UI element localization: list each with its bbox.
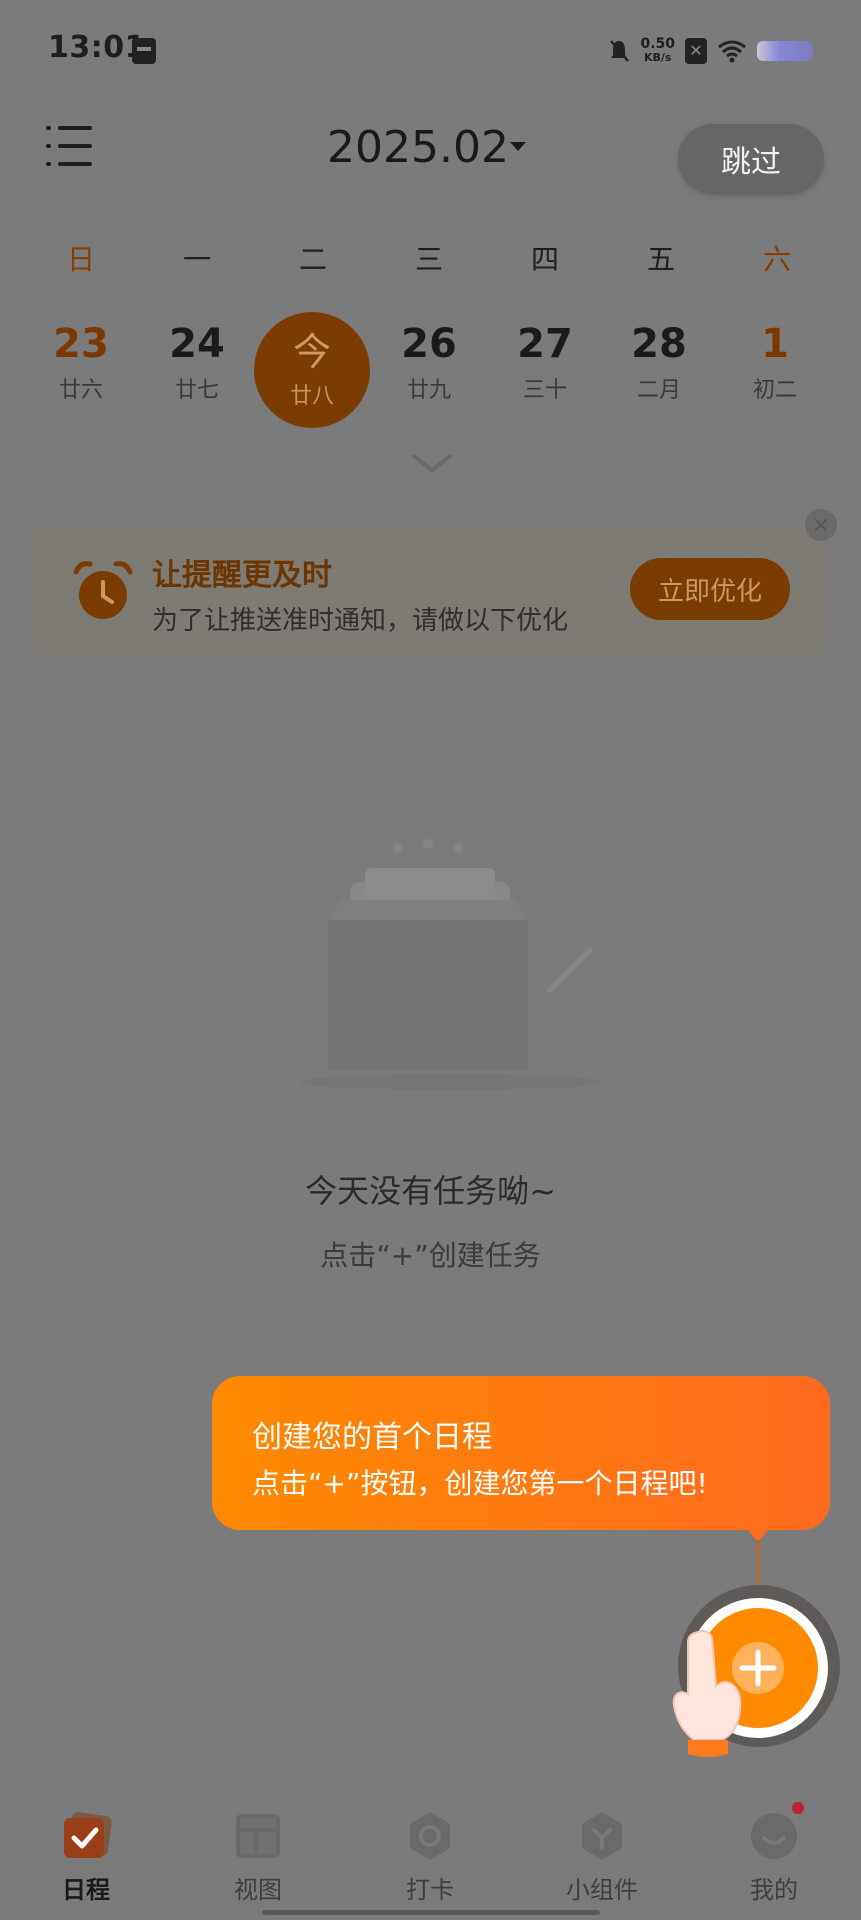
nav-label: 日程 (62, 1876, 110, 1904)
day-number: 28 (631, 321, 687, 367)
lunar-date: 廿六 (58, 378, 103, 403)
tooltip-title: 创建您的首个日程 (252, 1420, 492, 1455)
app-screen: 13:01 0.50 KB/s ✕ 2025.02 跳过 日 一 二 三 四 五… (0, 0, 861, 1920)
day-number: 23 (53, 321, 109, 367)
sim-none-icon: ✕ (685, 38, 707, 64)
day-number: 今 (292, 330, 331, 374)
schedule-icon (64, 1812, 112, 1858)
profile-icon (751, 1813, 797, 1859)
nav-checkin[interactable]: 打卡 (370, 1790, 490, 1905)
lunar-date: 廿九 (406, 378, 451, 403)
empty-state-title: 今天没有任务呦~ (305, 1172, 556, 1210)
day-cell[interactable]: 1 初二 (725, 322, 825, 404)
day-cell[interactable]: 24 廿七 (147, 322, 247, 404)
network-speed: 0.50 KB/s (640, 37, 675, 65)
day-number: 1 (761, 321, 789, 367)
month-selector[interactable]: 2025.02 (327, 122, 509, 173)
day-number: 26 (401, 321, 457, 367)
bottom-navigation: 日程 视图 打卡 小组件 我的 (0, 1790, 861, 1920)
nav-label: 打卡 (406, 1876, 454, 1904)
weekday-tue: 二 (298, 243, 327, 276)
nav-schedule[interactable]: 日程 (26, 1790, 146, 1905)
reminder-title: 让提醒更及时 (152, 558, 332, 593)
day-cell[interactable]: 27 三十 (495, 322, 595, 404)
nav-widget[interactable]: 小组件 (542, 1790, 662, 1905)
menu-icon[interactable] (46, 124, 92, 168)
weekday-mon: 一 (182, 243, 211, 276)
alarm-clock-icon (73, 561, 133, 619)
day-number: 24 (169, 321, 225, 367)
nav-view[interactable]: 视图 (198, 1790, 318, 1905)
expand-chevron-icon[interactable] (410, 448, 454, 478)
caret-down-icon[interactable] (510, 142, 526, 151)
hand-pointer-icon (672, 1629, 742, 1757)
optimize-now-button[interactable]: 立即优化 (630, 558, 790, 620)
lunar-date: 廿七 (174, 378, 219, 403)
reminder-subtitle: 为了让推送准时通知，请做以下优化 (152, 606, 569, 636)
status-bar: 13:01 0.50 KB/s ✕ (0, 0, 861, 100)
network-speed-value: 0.50 (640, 36, 675, 52)
home-indicator[interactable] (262, 1910, 600, 1915)
skip-button[interactable]: 跳过 (678, 124, 824, 194)
weekday-wed: 三 (414, 243, 443, 276)
lunar-date: 廿八 (289, 384, 334, 409)
day-cell[interactable]: 28 二月 (609, 322, 709, 404)
status-icons: 0.50 KB/s ✕ (608, 34, 813, 68)
tooltip-body: 点击“+”按钮，创建您第一个日程吧! (252, 1467, 708, 1500)
day-cell[interactable]: 26 廿九 (379, 322, 479, 404)
battery-icon (757, 41, 813, 61)
checkin-icon (410, 1812, 450, 1860)
day-cell-today[interactable]: 今 廿八 (254, 312, 370, 428)
weekday-fri: 五 (646, 243, 675, 276)
network-speed-unit: KB/s (643, 51, 672, 64)
nav-label: 小组件 (566, 1876, 638, 1904)
mute-bell-icon (610, 40, 630, 62)
day-cell[interactable]: 23 廿六 (31, 322, 131, 404)
wifi-icon (718, 40, 746, 63)
notification-badge (792, 1802, 804, 1814)
lunar-date: 二月 (636, 378, 681, 403)
view-icon (236, 1814, 280, 1858)
reminder-banner: 让提醒更及时 为了让推送准时通知，请做以下优化 立即优化 (30, 524, 826, 658)
nav-label: 我的 (750, 1876, 798, 1904)
widget-icon (582, 1812, 622, 1860)
notification-app-icon (132, 38, 156, 64)
day-number: 27 (517, 321, 573, 367)
close-icon[interactable]: × (805, 509, 837, 541)
lunar-date: 初二 (752, 378, 797, 403)
nav-label: 视图 (234, 1876, 282, 1904)
lunar-date: 三十 (522, 378, 567, 403)
weekday-thu: 四 (530, 243, 559, 276)
empty-box-illustration (300, 839, 600, 1090)
empty-state-subtitle: 点击“+”创建任务 (320, 1239, 541, 1272)
weekday-sun: 日 (66, 243, 95, 276)
nav-profile[interactable]: 我的 (714, 1790, 834, 1905)
weekday-sat: 六 (762, 243, 791, 276)
onboarding-tooltip: 创建您的首个日程 点击“+”按钮，创建您第一个日程吧! (212, 1376, 830, 1530)
